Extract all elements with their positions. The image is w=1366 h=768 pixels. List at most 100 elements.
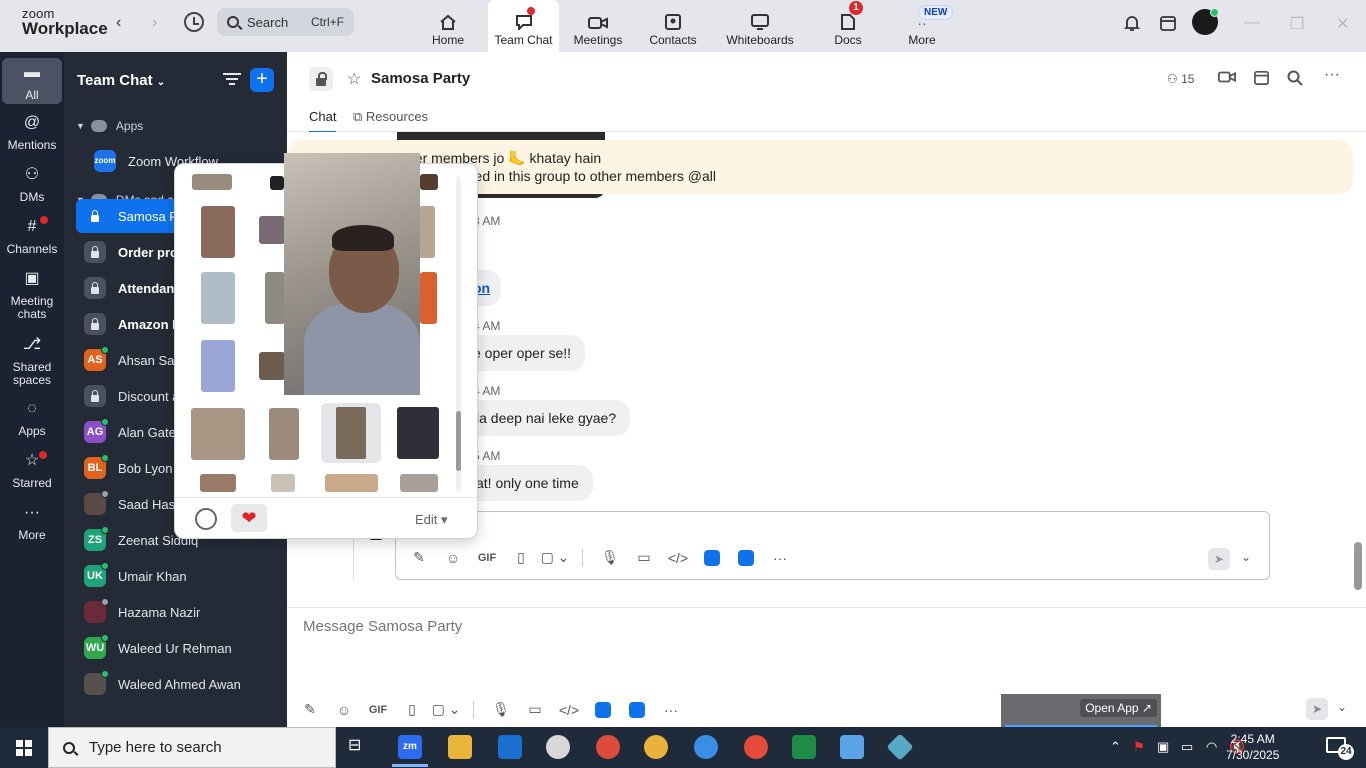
open-app-button[interactable]: Open App ↗ (1080, 699, 1157, 717)
tab-docs[interactable]: Docs 1 (826, 0, 870, 52)
gif-icon[interactable]: GIF (470, 552, 504, 564)
windows-start-icon[interactable] (16, 740, 32, 756)
sticker-thumbnail[interactable] (200, 474, 236, 492)
sidebar-title[interactable]: Team Chat ⌄ (77, 72, 165, 89)
sticker-thumbnail[interactable] (270, 176, 284, 190)
filter-icon[interactable] (223, 70, 241, 88)
app-icon[interactable] (886, 733, 914, 761)
tab-more[interactable]: ·· More NEW (900, 0, 954, 52)
emoji-icon[interactable]: ☺ (436, 550, 470, 566)
chrome-profile-icon[interactable] (596, 735, 620, 759)
sticker-thumbnail[interactable] (201, 272, 235, 324)
app-two-icon[interactable] (729, 548, 763, 567)
rail-channels[interactable]: # Channels (2, 216, 62, 256)
favorites-tab[interactable]: ❤ (231, 504, 267, 532)
rail-starred[interactable]: ☆ Starred (2, 451, 62, 490)
file-icon[interactable]: ▯ (395, 701, 429, 718)
reply-editor[interactable]: ✎ ☺ GIF ▯ ▢ ⌄ 🎙 ▭ </> ··· ➤ ⌄ (395, 511, 1270, 580)
history-icon[interactable] (184, 12, 204, 32)
sticker-thumbnail[interactable] (269, 408, 299, 460)
calendar-icon[interactable] (1159, 14, 1177, 32)
more-options-icon[interactable]: ··· (1324, 66, 1340, 84)
calculator-icon[interactable] (840, 735, 864, 759)
rail-dms[interactable]: ⚇ DMs (2, 167, 62, 204)
screenshot-icon[interactable]: ▢ ⌄ (538, 549, 572, 566)
chrome-icon[interactable] (546, 735, 570, 759)
sticker-thumbnail[interactable] (259, 216, 285, 244)
sticker-thumbnail[interactable] (397, 407, 439, 459)
sidebar-item-conversation[interactable]: Waleed Ahmed Awan (76, 667, 287, 701)
sidebar-item-conversation[interactable]: UK Umair Khan (76, 559, 287, 593)
tab-team-chat[interactable]: Team Chat (488, 0, 559, 52)
sticker-thumbnail[interactable] (420, 272, 437, 324)
notification-center-icon[interactable]: 24 (1326, 737, 1354, 760)
schedule-icon[interactable] (1253, 69, 1270, 86)
sticker-thumbnail[interactable] (191, 408, 245, 460)
tab-resources[interactable]: ⧉ Resources (353, 109, 428, 125)
tab-contacts[interactable]: Contacts (645, 0, 701, 52)
send-options-chevron-icon[interactable]: ⌄ (1337, 700, 1347, 714)
sticker-thumbnail[interactable] (259, 352, 285, 380)
excel-icon[interactable] (792, 735, 816, 759)
file-explorer-icon[interactable] (448, 735, 472, 759)
wifi-icon[interactable]: ◠ (1206, 739, 1217, 755)
format-icon[interactable]: ✎ (402, 549, 436, 566)
sticker-thumbnail[interactable] (265, 272, 285, 324)
rail-shared-spaces[interactable]: ⎇ Shared spaces (2, 337, 62, 387)
format-icon[interactable]: ✎ (293, 701, 327, 718)
rail-all[interactable]: ▬ All (2, 58, 62, 104)
sticker-thumbnail[interactable] (192, 174, 232, 190)
acrobat-icon[interactable]: ⚑ (1133, 739, 1145, 755)
search-icon[interactable] (1287, 70, 1303, 86)
emoji-tab-icon[interactable] (195, 508, 217, 530)
minimize-button[interactable]: — (1244, 14, 1260, 32)
restore-button[interactable]: ❐ (1290, 14, 1304, 34)
send-icon[interactable]: ➤ (1208, 548, 1230, 570)
rail-meeting-chats[interactable]: ▣ Meeting chats (2, 271, 62, 321)
edit-button[interactable]: Edit ▾ (415, 512, 448, 528)
send-icon[interactable]: ➤ (1306, 698, 1328, 720)
chrome-profile-icon[interactable] (644, 735, 668, 759)
zoom-taskbar-icon[interactable]: zm (392, 735, 428, 767)
rail-more[interactable]: ··· More (2, 505, 62, 542)
star-icon[interactable]: ☆ (347, 69, 361, 89)
video-message-icon[interactable]: ▭ (627, 549, 661, 566)
screenshot-icon[interactable]: ▢ ⌄ (429, 701, 463, 718)
tab-whiteboards[interactable]: Whiteboards (722, 0, 798, 52)
close-button[interactable]: ✕ (1336, 14, 1349, 34)
battery-icon[interactable]: ▭ (1181, 739, 1193, 755)
bell-icon[interactable] (1123, 14, 1141, 32)
taskbar-clock[interactable]: 2:45 AM 7/30/2025 (1226, 731, 1279, 763)
apps-section-header[interactable]: ▼ Apps (76, 119, 143, 133)
search-box[interactable]: Search Ctrl+F (217, 8, 354, 36)
channel-title[interactable]: Samosa Party (371, 70, 470, 87)
app-one-icon[interactable] (695, 548, 729, 567)
forward-arrow-icon[interactable]: › (152, 14, 157, 32)
sidebar-item-conversation[interactable]: WU Waleed Ur Rehman (76, 631, 287, 665)
monitor-icon[interactable]: ▣ (1157, 739, 1169, 755)
sticker-thumbnail[interactable] (201, 340, 235, 392)
chrome-profile-icon[interactable] (744, 735, 768, 759)
sticker-thumbnail[interactable] (400, 474, 438, 492)
tab-meetings[interactable]: Meetings (566, 0, 630, 52)
taskbar-search[interactable]: Type here to search (48, 727, 336, 768)
back-arrow-icon[interactable]: ‹ (116, 14, 121, 32)
tab-home[interactable]: Home (420, 0, 476, 52)
outlook-icon[interactable] (498, 735, 522, 759)
app-two-icon[interactable] (620, 700, 654, 719)
add-button[interactable]: + (250, 68, 274, 92)
code-icon[interactable]: </> (661, 550, 695, 566)
file-icon[interactable]: ▯ (504, 549, 538, 566)
sticker-thumbnail[interactable] (201, 206, 235, 258)
rail-mentions[interactable]: @ Mentions (2, 115, 62, 152)
tab-chat[interactable]: Chat (309, 109, 337, 133)
video-call-icon[interactable] (1218, 70, 1236, 84)
gif-icon[interactable]: GIF (361, 704, 395, 716)
scrollbar[interactable] (1354, 542, 1362, 590)
task-view-icon[interactable]: ⊟ (348, 735, 372, 759)
rail-apps[interactable]: ◌ Apps (2, 401, 62, 438)
app-one-icon[interactable] (586, 700, 620, 719)
sticker-thumbnail[interactable] (325, 474, 378, 492)
picker-scrollbar[interactable] (456, 176, 461, 492)
chrome-profile-icon[interactable] (694, 735, 718, 759)
